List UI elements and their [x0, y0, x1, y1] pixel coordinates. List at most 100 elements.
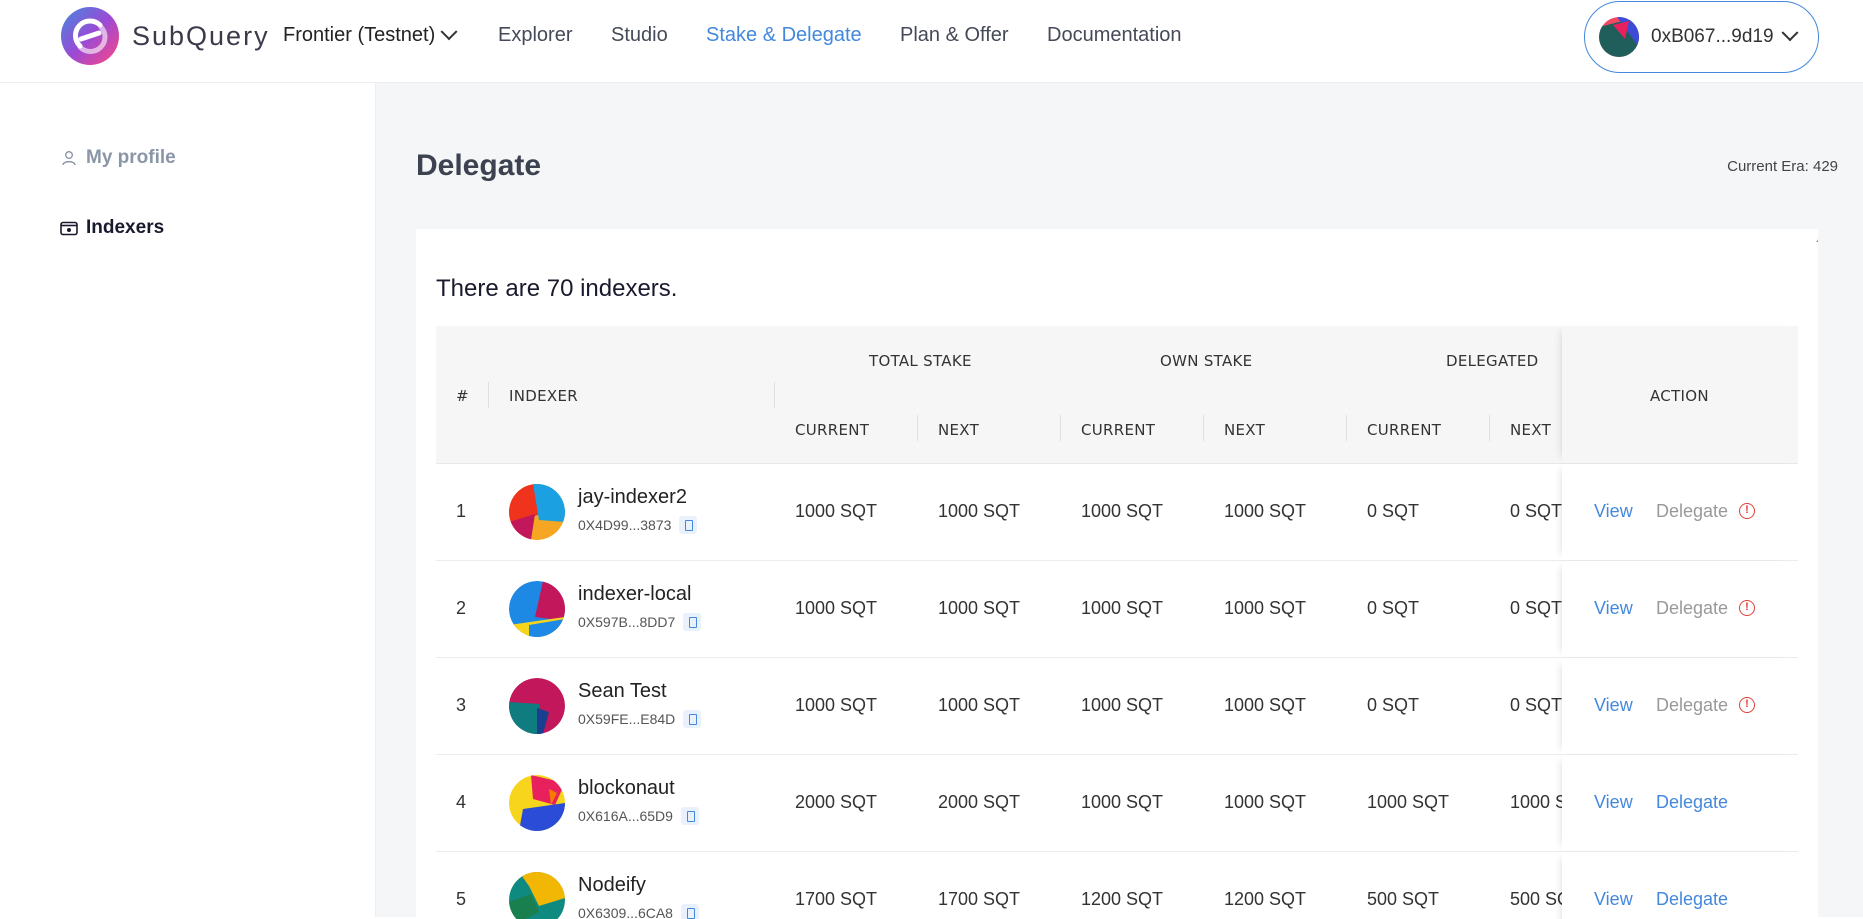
- own-stake-next: 1000 SQT: [1224, 695, 1307, 715]
- copy-icon[interactable]: [680, 807, 699, 825]
- indexers-card: There are 70 indexers. # INDEXER TOTAL S…: [416, 229, 1818, 919]
- nav-studio[interactable]: Studio: [611, 24, 668, 47]
- copy-icon[interactable]: [683, 613, 702, 631]
- own-stake-current: 1000 SQT: [1081, 501, 1164, 521]
- column-divider: [1203, 415, 1204, 441]
- view-link[interactable]: View: [1594, 695, 1633, 716]
- row-number: 2: [456, 598, 467, 618]
- col-header-del-next: NEXT: [1510, 421, 1552, 439]
- total-stake-current: 1000 SQT: [795, 695, 878, 715]
- own-stake-current: 1000 SQT: [1081, 695, 1164, 715]
- address-text: 0X597B...8DD7: [578, 614, 676, 630]
- sidebar-item-label: My profile: [86, 147, 176, 168]
- indexer-address: 0X4D99...3873: [578, 516, 698, 534]
- column-divider: [1346, 415, 1347, 441]
- subquery-logo-icon: [61, 7, 119, 65]
- wallet-icon: [60, 221, 78, 236]
- address-text: 0X59FE...E84D: [578, 711, 676, 727]
- warning-icon[interactable]: !: [1739, 600, 1755, 616]
- main-content: Delegate Current Era: 429 There are 70 i…: [376, 83, 1863, 919]
- column-divider: [1489, 415, 1490, 441]
- own-stake-next: 1000 SQT: [1224, 501, 1307, 521]
- view-link[interactable]: View: [1594, 889, 1633, 910]
- row-number: 3: [456, 695, 467, 715]
- nav-documentation[interactable]: Documentation: [1047, 24, 1182, 47]
- delegated-current: 500 SQT: [1367, 889, 1440, 909]
- column-divider: [1060, 415, 1061, 441]
- col-header-total-current: CURRENT: [795, 421, 870, 439]
- indexer-count: There are 70 indexers.: [436, 275, 678, 302]
- own-stake-next: 1000 SQT: [1224, 792, 1307, 812]
- action-cell: View Delegate !: [1562, 561, 1798, 657]
- own-stake-current: 1000 SQT: [1081, 598, 1164, 618]
- action-header-cell: ACTION: [1562, 326, 1798, 463]
- nav-plan-offer[interactable]: Plan & Offer: [900, 24, 1009, 47]
- total-stake-current: 1000 SQT: [795, 501, 878, 521]
- col-header-num: #: [456, 387, 469, 405]
- delegate-link[interactable]: Delegate: [1656, 695, 1728, 716]
- delegate-link[interactable]: Delegate: [1656, 792, 1728, 813]
- action-cell: View Delegate: [1562, 852, 1798, 919]
- action-cell: View Delegate !: [1562, 658, 1798, 754]
- col-header-total-next: NEXT: [938, 421, 980, 439]
- logo-text: SubQuery: [132, 20, 270, 51]
- table-row: 5 Nodeify 0X6309...6CA8 1700 SQT 1700 SQ…: [436, 852, 1798, 919]
- indexer-name[interactable]: blockonaut: [578, 777, 675, 800]
- view-link[interactable]: View: [1594, 501, 1633, 522]
- top-header: SubQuery Frontier (Testnet) Explorer Stu…: [0, 0, 1863, 83]
- current-era: Current Era: 429: [1727, 158, 1838, 175]
- sidebar-item-label: Indexers: [86, 217, 165, 238]
- delegated-next: 0 SQT: [1510, 598, 1563, 618]
- action-cell: View Delegate !: [1562, 464, 1798, 560]
- nav-stake-delegate[interactable]: Stake & Delegate: [706, 24, 862, 47]
- warning-icon[interactable]: !: [1739, 697, 1755, 713]
- col-header-own-stake: OWN STAKE: [1160, 352, 1253, 370]
- indexer-avatar: [509, 872, 565, 919]
- view-link[interactable]: View: [1594, 792, 1633, 813]
- address-text: 0X4D99...3873: [578, 517, 672, 533]
- row-number: 1: [456, 501, 467, 521]
- view-link[interactable]: View: [1594, 598, 1633, 619]
- network-label: Frontier (Testnet): [283, 24, 436, 46]
- sidebar-item-my-profile[interactable]: My profile: [60, 147, 176, 169]
- sidebar: My profile Indexers: [0, 83, 376, 917]
- own-stake-next: 1200 SQT: [1224, 889, 1307, 909]
- own-stake-current: 1200 SQT: [1081, 889, 1164, 909]
- indexer-avatar: [509, 678, 565, 734]
- delegate-link[interactable]: Delegate: [1656, 501, 1728, 522]
- page-title: Delegate: [416, 149, 542, 182]
- scroll-up-arrow-icon[interactable]: [1816, 235, 1818, 242]
- col-header-own-next: NEXT: [1224, 421, 1266, 439]
- col-header-own-current: CURRENT: [1081, 421, 1156, 439]
- chevron-down-icon: [440, 22, 458, 40]
- indexer-name[interactable]: Nodeify: [578, 874, 646, 897]
- nav-explorer[interactable]: Explorer: [498, 24, 572, 47]
- row-number: 5: [456, 889, 467, 909]
- wallet-button[interactable]: 0xB067...9d19: [1584, 1, 1819, 73]
- row-number: 4: [456, 792, 467, 812]
- delegated-current: 0 SQT: [1367, 501, 1420, 521]
- wallet-address: 0xB067...9d19: [1651, 26, 1774, 47]
- own-stake-next: 1000 SQT: [1224, 598, 1307, 618]
- total-stake-next: 2000 SQT: [938, 792, 1021, 812]
- copy-icon[interactable]: [679, 516, 698, 534]
- column-divider: [774, 382, 775, 408]
- delegate-link[interactable]: Delegate: [1656, 598, 1728, 619]
- delegated-next: 0 SQT: [1510, 695, 1563, 715]
- network-selector[interactable]: Frontier (Testnet): [283, 22, 458, 47]
- total-stake-next: 1700 SQT: [938, 889, 1021, 909]
- delegate-link[interactable]: Delegate: [1656, 889, 1728, 910]
- warning-icon[interactable]: !: [1739, 503, 1755, 519]
- total-stake-current: 1000 SQT: [795, 598, 878, 618]
- table-row: 3 Sean Test 0X59FE...E84D 1000 SQT 1000 …: [436, 658, 1798, 755]
- sidebar-item-indexers[interactable]: Indexers: [60, 217, 164, 239]
- copy-icon[interactable]: [683, 710, 702, 728]
- chevron-down-icon: [1781, 24, 1799, 42]
- indexer-name[interactable]: Sean Test: [578, 680, 667, 703]
- indexer-name[interactable]: indexer-local: [578, 583, 691, 606]
- subquery-logo[interactable]: SubQuery: [60, 6, 270, 66]
- delegated-current: 1000 SQT: [1367, 792, 1450, 812]
- indexer-address: 0X597B...8DD7: [578, 613, 702, 631]
- indexer-name[interactable]: jay-indexer2: [578, 486, 687, 509]
- col-header-total-stake: TOTAL STAKE: [869, 352, 972, 370]
